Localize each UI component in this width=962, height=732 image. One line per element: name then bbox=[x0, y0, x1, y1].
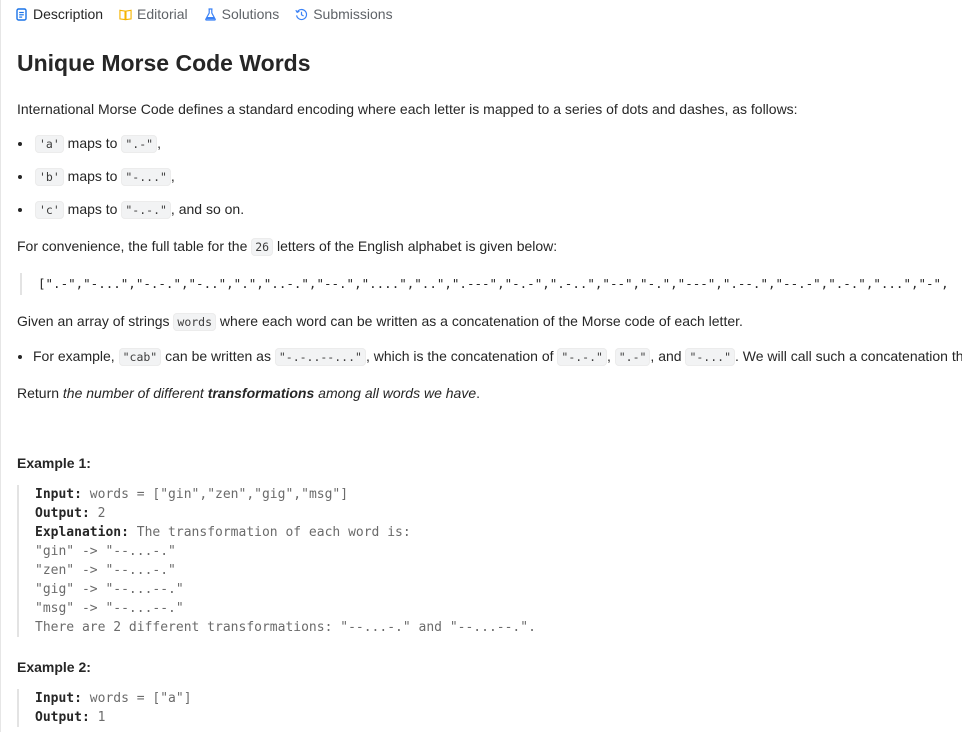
return-text: Return the number of different transform… bbox=[17, 385, 481, 401]
intro-text: International Morse Code defines a stand… bbox=[17, 101, 798, 117]
tab-editorial[interactable]: Editorial bbox=[119, 6, 188, 22]
problem-panel: Description Editorial Solutions Submissi… bbox=[0, 0, 962, 732]
example-1-block: Input: words = ["gin","zen","gig","msg"]… bbox=[17, 485, 946, 637]
description-icon bbox=[15, 7, 28, 21]
words-text: Given an array of strings words where ea… bbox=[17, 313, 743, 331]
morse-table-block: [".-","-...","-.-.","-..",".","..-.","--… bbox=[20, 273, 946, 295]
tab-submissions-label: Submissions bbox=[313, 6, 393, 22]
list-item: 'a' maps to ".-", bbox=[33, 133, 946, 154]
convenience-text: For convenience, the full table for the … bbox=[17, 238, 558, 256]
history-icon bbox=[295, 8, 308, 21]
example-1-title: Example 1: bbox=[17, 455, 91, 471]
problem-description: Unique Morse Code Words International Mo… bbox=[1, 50, 962, 727]
tab-bar: Description Editorial Solutions Submissi… bbox=[1, 0, 962, 28]
example-bullet-list: For example, "cab" can be written as "-.… bbox=[17, 346, 962, 367]
tab-solutions-label: Solutions bbox=[221, 6, 280, 22]
tab-description[interactable]: Description bbox=[15, 6, 103, 22]
tab-solutions[interactable]: Solutions bbox=[204, 6, 280, 22]
tab-description-label: Description bbox=[33, 6, 104, 22]
example-2-block: Input: words = ["a"] Output: 1 bbox=[17, 689, 946, 727]
book-icon bbox=[119, 8, 132, 21]
problem-title: Unique Morse Code Words bbox=[17, 50, 311, 76]
list-item: 'c' maps to "-.-.", and so on. bbox=[33, 199, 946, 220]
example-2-title: Example 2: bbox=[17, 659, 91, 675]
list-item: For example, "cab" can be written as "-.… bbox=[33, 346, 962, 367]
list-item: 'b' maps to "-...", bbox=[33, 166, 946, 187]
tab-submissions[interactable]: Submissions bbox=[295, 6, 393, 22]
mapping-list: 'a' maps to ".-", 'b' maps to "-...", 'c… bbox=[17, 133, 946, 220]
tab-editorial-label: Editorial bbox=[137, 6, 188, 22]
flask-icon bbox=[204, 7, 217, 21]
